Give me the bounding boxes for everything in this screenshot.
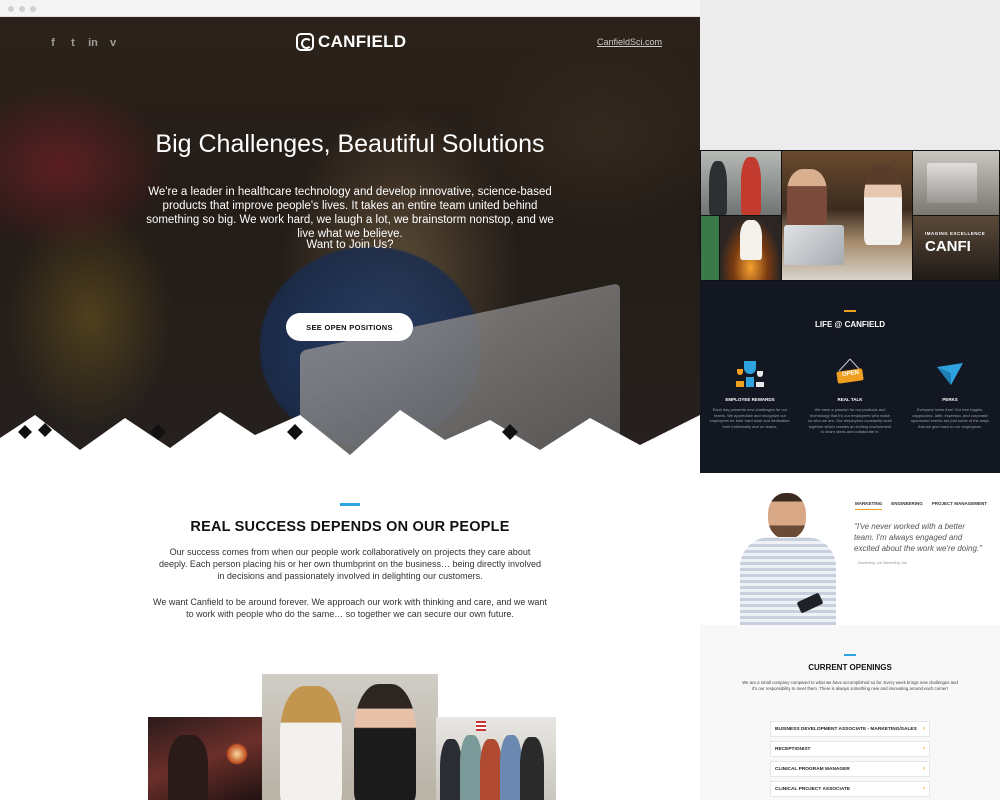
photo-figure: [460, 735, 482, 800]
paper-plane-icon: [933, 357, 967, 391]
employee-photo: [732, 493, 844, 625]
perk-item: OPEN REAL TALK We have a passion for our…: [808, 357, 892, 435]
testimonial-quote: "I've never worked with a better team. I…: [854, 522, 982, 553]
photo-figure: [168, 735, 208, 800]
job-listing[interactable]: CLINICAL PROGRAM MANAGER ›: [770, 761, 930, 777]
photo-figure: [440, 739, 462, 800]
mockup-stage: f t in v CANFIELD CanfieldSci.com Big Ch…: [0, 0, 1000, 800]
site-link[interactable]: CanfieldSci.com: [597, 37, 662, 47]
photo-face: [768, 493, 806, 539]
job-title: RECEPTIONIST: [775, 746, 811, 752]
social-links: f t in v: [48, 37, 118, 49]
photo-figure: [709, 161, 727, 215]
mountain-divider: [0, 410, 700, 470]
photo-figure: [354, 684, 416, 800]
job-listing[interactable]: RECEPTIONIST ›: [770, 741, 930, 757]
vimeo-icon[interactable]: v: [108, 37, 118, 49]
job-title: BUSINESS DEVELOPMENT ASSOCIATE - MARKETI…: [775, 726, 917, 732]
photo-flag: [476, 721, 486, 731]
photo-figure: [741, 157, 761, 215]
twitter-icon[interactable]: t: [68, 37, 78, 49]
browser-chrome: [0, 0, 700, 17]
photo-figure: [864, 165, 902, 245]
perk-title: REAL TALK: [837, 397, 863, 402]
espresso-machine-icon: [927, 163, 977, 203]
accent-bar: [340, 503, 360, 506]
chevron-right-icon: ›: [923, 786, 925, 792]
collage-tile: [913, 151, 999, 215]
collage-tile: [701, 151, 781, 215]
perk-item: PERKS Everyone loves free! Our free bage…: [908, 357, 992, 429]
photo-light: [226, 743, 248, 765]
section-paragraph: Our success comes from when our people w…: [158, 547, 542, 581]
collage-sign-line2: CANFI: [925, 238, 971, 255]
tab-project-management[interactable]: PROJECT MANAGEMENT: [932, 501, 987, 510]
facebook-icon[interactable]: f: [48, 37, 58, 49]
collage-sign-line1: IMAGING EXCELLENCE: [925, 231, 986, 236]
perk-description: Each day presents new challenges for our…: [709, 407, 791, 429]
hero-section: f t in v CANFIELD CanfieldSci.com Big Ch…: [0, 17, 700, 467]
section-title: LIFE @ CANFIELD: [814, 320, 886, 329]
hero-cta-text: Want to Join Us?: [306, 239, 394, 251]
window-dot: [19, 6, 25, 12]
photo-figure: [280, 686, 342, 800]
perk-description: Everyone loves free! Our free bagels, ca…: [910, 407, 990, 429]
section-paragraph: We want Canfield to be around forever. W…: [153, 597, 547, 619]
accent-bar: [844, 310, 856, 312]
photo-figure: [500, 735, 522, 800]
chevron-right-icon: ›: [923, 746, 925, 752]
perk-title: EMPLOYEE REWARDS: [725, 397, 775, 402]
photo-figure: [787, 169, 827, 225]
chevron-right-icon: ›: [923, 766, 925, 772]
chevron-right-icon: ›: [923, 726, 925, 732]
brand-logo[interactable]: CANFIELD: [296, 32, 406, 52]
team-photo-group: [436, 717, 556, 800]
perk-item: EMPLOYEE REWARDS Each day presents new c…: [708, 357, 792, 429]
linkedin-icon[interactable]: in: [88, 37, 98, 49]
collage-tile: IMAGING EXCELLENCE CANFI: [913, 216, 999, 280]
section-title: REAL SUCCESS DEPENDS ON OUR PEOPLE: [190, 519, 510, 535]
hero-paragraph: We're a leader in healthcare technology …: [146, 186, 554, 240]
department-tabs: MARKETING ENGINEERING PROJECT MANAGEMENT: [855, 501, 987, 510]
job-listing[interactable]: CLINICAL PROJECT ASSOCIATE ›: [770, 781, 930, 797]
laptop-icon: [784, 225, 844, 265]
desktop-page: f t in v CANFIELD CanfieldSci.com Big Ch…: [0, 0, 700, 800]
testimonial-author: – Marketing Job Marketing Job: [855, 561, 907, 565]
window-dot: [30, 6, 36, 12]
tab-engineering[interactable]: ENGINEERING: [891, 501, 923, 510]
photo-shirt: [740, 537, 836, 625]
brand-name: CANFIELD: [318, 32, 407, 51]
logo-icon: [296, 33, 314, 51]
life-section: LIFE @ CANFIELD EMPLOYEE REWARDS Each da…: [700, 281, 1000, 473]
photo-figure: [520, 737, 544, 800]
team-photo-party: [148, 717, 264, 800]
collage-tile: [701, 216, 719, 280]
perk-description: We have a passion for our products and t…: [808, 407, 892, 435]
hero-title: Big Challenges, Beautiful Solutions: [155, 130, 545, 158]
team-photo-laughing: [262, 674, 438, 800]
photo-figure: [740, 220, 762, 260]
job-title: CLINICAL PROJECT ASSOCIATE: [775, 786, 851, 792]
accent-bar: [844, 654, 856, 656]
collage-tile: [782, 151, 912, 280]
section-paragraph: We are a small company compared to what …: [742, 680, 958, 691]
job-listing[interactable]: BUSINESS DEVELOPMENT ASSOCIATE - MARKETI…: [770, 721, 930, 737]
tab-marketing[interactable]: MARKETING: [855, 501, 883, 510]
trophy-icon: [733, 357, 767, 391]
job-title: CLINICAL PROGRAM MANAGER: [775, 766, 850, 772]
testimonial-section: MARKETING ENGINEERING PROJECT MANAGEMENT…: [700, 473, 1000, 625]
window-dot: [8, 6, 14, 12]
photo-figure: [480, 739, 502, 800]
openings-section: CURRENT OPENINGS We are a small company …: [700, 625, 1000, 800]
see-open-positions-button[interactable]: SEE OPEN POSITIONS: [286, 313, 413, 341]
open-sign-icon: OPEN: [833, 357, 867, 391]
section-title: CURRENT OPENINGS: [808, 663, 892, 672]
photo-collage: IMAGING EXCELLENCE CANFI: [700, 150, 1000, 281]
perk-title: PERKS: [942, 397, 958, 402]
collage-tile: [720, 216, 781, 280]
